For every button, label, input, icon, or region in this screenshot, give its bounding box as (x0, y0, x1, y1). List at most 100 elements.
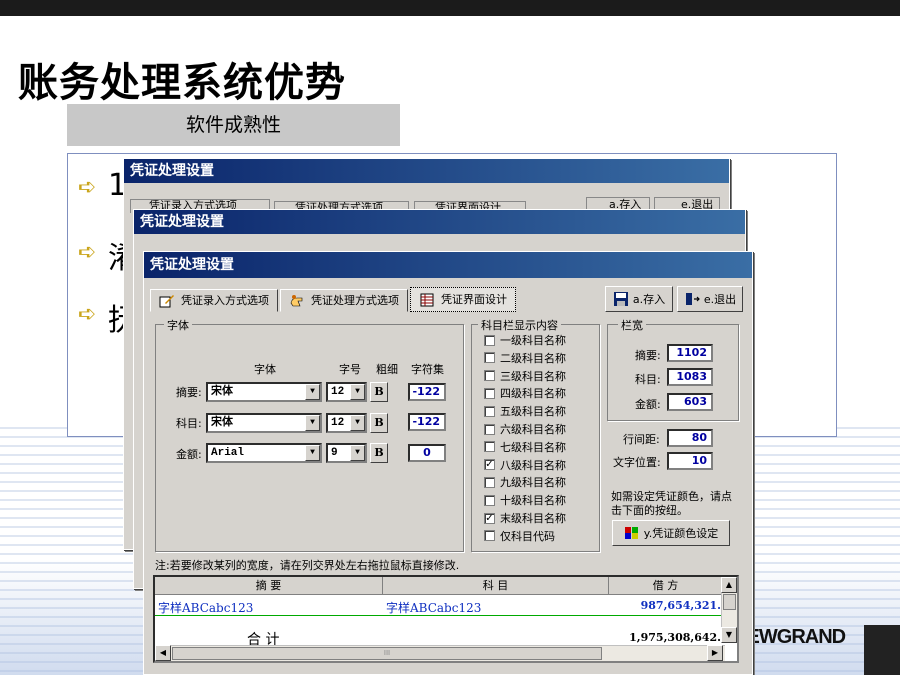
amount-font-select[interactable]: Arial ▼ (206, 443, 322, 463)
summary-font-select[interactable]: 宋体 ▼ (206, 382, 322, 402)
checkbox[interactable]: ✓ (484, 459, 495, 471)
amount-bold-button[interactable]: B (370, 443, 388, 463)
chevron-down-icon[interactable]: ▼ (350, 384, 365, 400)
font-group: 字体 (155, 317, 464, 552)
subject-width-field[interactable]: 1083 (667, 368, 713, 386)
tab-entry-mode[interactable]: 凭证录入方式选项 (150, 289, 278, 312)
subject-checkbox-item[interactable]: 一级科目名称 (484, 332, 566, 348)
amount-charset-field[interactable]: 0 (408, 444, 446, 462)
window-title: 凭证处理设置 (134, 210, 745, 234)
checkbox[interactable] (484, 387, 495, 399)
checkbox-label: 八级科目名称 (500, 458, 566, 472)
bullet-arrow-icon: ➪ (78, 175, 97, 200)
save-button[interactable]: a.存入 (605, 286, 673, 312)
chevron-down-icon[interactable]: ▼ (305, 384, 320, 400)
width-note: 注:若要修改某列的宽度，请在列交界处左右拖拉鼠标直接修改. (155, 559, 460, 572)
window-title: 凭证处理设置 (144, 252, 752, 278)
row-label-subject: 科目: (176, 417, 202, 430)
checkbox[interactable] (484, 405, 495, 417)
checkbox[interactable] (484, 530, 495, 542)
chevron-down-icon[interactable]: ▼ (350, 415, 365, 431)
chevron-down-icon[interactable]: ▼ (305, 415, 320, 431)
col-bold-header: 粗细 (376, 363, 398, 376)
hand-icon (290, 294, 303, 306)
tab-strip: 凭证录入方式选项 凭证处理方式选项 凭证界面设计 (150, 287, 518, 313)
checkbox[interactable] (484, 370, 495, 382)
grid-cell-summary: 字样ABCabc123 (158, 601, 254, 615)
line-spacing-field[interactable]: 80 (667, 429, 713, 447)
font-group-title: 字体 (164, 317, 192, 333)
pencil-icon (159, 294, 174, 307)
summary-size-value: 12 (331, 386, 345, 398)
checkbox[interactable] (484, 334, 495, 346)
grid-cell-debit: 987,654,321. (640, 599, 721, 612)
text-position-label: 文字位置: (613, 456, 661, 469)
preview-grid[interactable]: 摘 要 科 目 借 方 字样ABCabc123 字样ABCabc123 987,… (153, 575, 739, 663)
scroll-down-arrow-icon[interactable]: ▼ (721, 627, 737, 643)
subject-checkbox-item[interactable]: 仅科目代码 (484, 528, 555, 544)
checkbox[interactable]: ✓ (484, 512, 495, 524)
tab-label: 凭证录入方式选项 (181, 294, 269, 307)
scroll-thumb[interactable] (723, 594, 736, 610)
chevron-down-icon[interactable]: ▼ (305, 445, 320, 461)
amount-size-select[interactable]: 9 ▼ (326, 443, 367, 463)
line-spacing-label: 行间距: (623, 433, 660, 446)
subject-checkbox-item[interactable]: 五级科目名称 (484, 403, 566, 419)
text-position-field[interactable]: 10 (667, 452, 713, 470)
exit-button[interactable]: e.退出 (677, 286, 743, 312)
grid-cell-subject: 字样ABCabc123 (386, 601, 482, 615)
grid-header-summary[interactable]: 摘 要 (155, 577, 383, 595)
grid-header-debit[interactable]: 借 方 (609, 577, 723, 595)
subject-checkbox-item[interactable]: 二级科目名称 (484, 350, 566, 366)
subject-font-select[interactable]: 宋体 ▼ (206, 413, 322, 433)
subject-checkbox-item[interactable]: 六级科目名称 (484, 421, 566, 437)
subject-checkbox-item[interactable]: 九级科目名称 (484, 474, 566, 490)
chevron-down-icon[interactable]: ▼ (350, 445, 365, 461)
checkbox[interactable] (484, 441, 495, 453)
amount-size-value: 9 (331, 447, 338, 459)
subject-size-select[interactable]: 12 ▼ (326, 413, 367, 433)
subject-font-value: 宋体 (211, 417, 233, 429)
checkbox-label: 六级科目名称 (500, 423, 566, 436)
checkbox-label: 仅科目代码 (500, 529, 555, 543)
scroll-right-arrow-icon[interactable]: ▶ (707, 645, 723, 661)
subject-bold-button[interactable]: B (370, 413, 388, 433)
checkbox[interactable] (484, 352, 495, 364)
amount-width-field[interactable]: 603 (667, 393, 713, 411)
checkbox[interactable] (484, 476, 495, 488)
row-label-amount: 金额: (176, 448, 202, 461)
checkbox[interactable] (484, 494, 495, 506)
tab-interface-design[interactable]: 凭证界面设计 (410, 287, 516, 312)
floppy-disk-icon (613, 292, 628, 306)
subject-charset-field[interactable]: -122 (408, 413, 446, 431)
slide-subtitle: 软件成熟性 (67, 104, 400, 146)
checkbox-label: 五级科目名称 (500, 405, 566, 419)
scroll-left-arrow-icon[interactable]: ◀ (155, 645, 171, 661)
hscroll-thumb[interactable]: III (172, 647, 602, 660)
tab-label: 凭证界面设计 (441, 293, 507, 306)
subject-checkbox-item[interactable]: ✓ 八级科目名称 (484, 457, 566, 473)
vertical-scrollbar[interactable]: ▲ ▼ (721, 577, 737, 643)
checkbox-label: 四级科目名称 (500, 387, 566, 401)
voucher-color-button[interactable]: y.凭证颜色设定 (612, 520, 730, 546)
checkbox-label: 九级科目名称 (500, 476, 566, 490)
tab-process-mode[interactable]: 凭证处理方式选项 (280, 289, 408, 312)
summary-bold-button[interactable]: B (370, 382, 388, 402)
checkbox-label: 一级科目名称 (500, 334, 566, 347)
grid-header-subject[interactable]: 科 目 (383, 577, 609, 595)
tab-label: 凭证处理方式选项 (311, 294, 399, 307)
summary-charset-field[interactable]: -122 (408, 383, 446, 401)
summary-width-field[interactable]: 1102 (667, 344, 713, 362)
subject-group-title: 科目栏显示内容 (478, 317, 561, 333)
subject-checkbox-item[interactable]: 七级科目名称 (484, 439, 566, 455)
subject-checkbox-item[interactable]: 三级科目名称 (484, 368, 566, 384)
subject-checkbox-item[interactable]: 十级科目名称 (484, 492, 566, 508)
subject-checkbox-item[interactable]: ✓ 末级科目名称 (484, 510, 566, 526)
grid-total-debit: 1,975,308,642. (629, 631, 721, 644)
horizontal-scrollbar[interactable]: ◀ III ▶ (155, 645, 725, 661)
summary-font-value: 宋体 (211, 386, 233, 398)
subject-checkbox-item[interactable]: 四级科目名称 (484, 385, 566, 401)
scroll-up-arrow-icon[interactable]: ▲ (721, 577, 737, 593)
checkbox[interactable] (484, 423, 495, 435)
summary-size-select[interactable]: 12 ▼ (326, 382, 367, 402)
